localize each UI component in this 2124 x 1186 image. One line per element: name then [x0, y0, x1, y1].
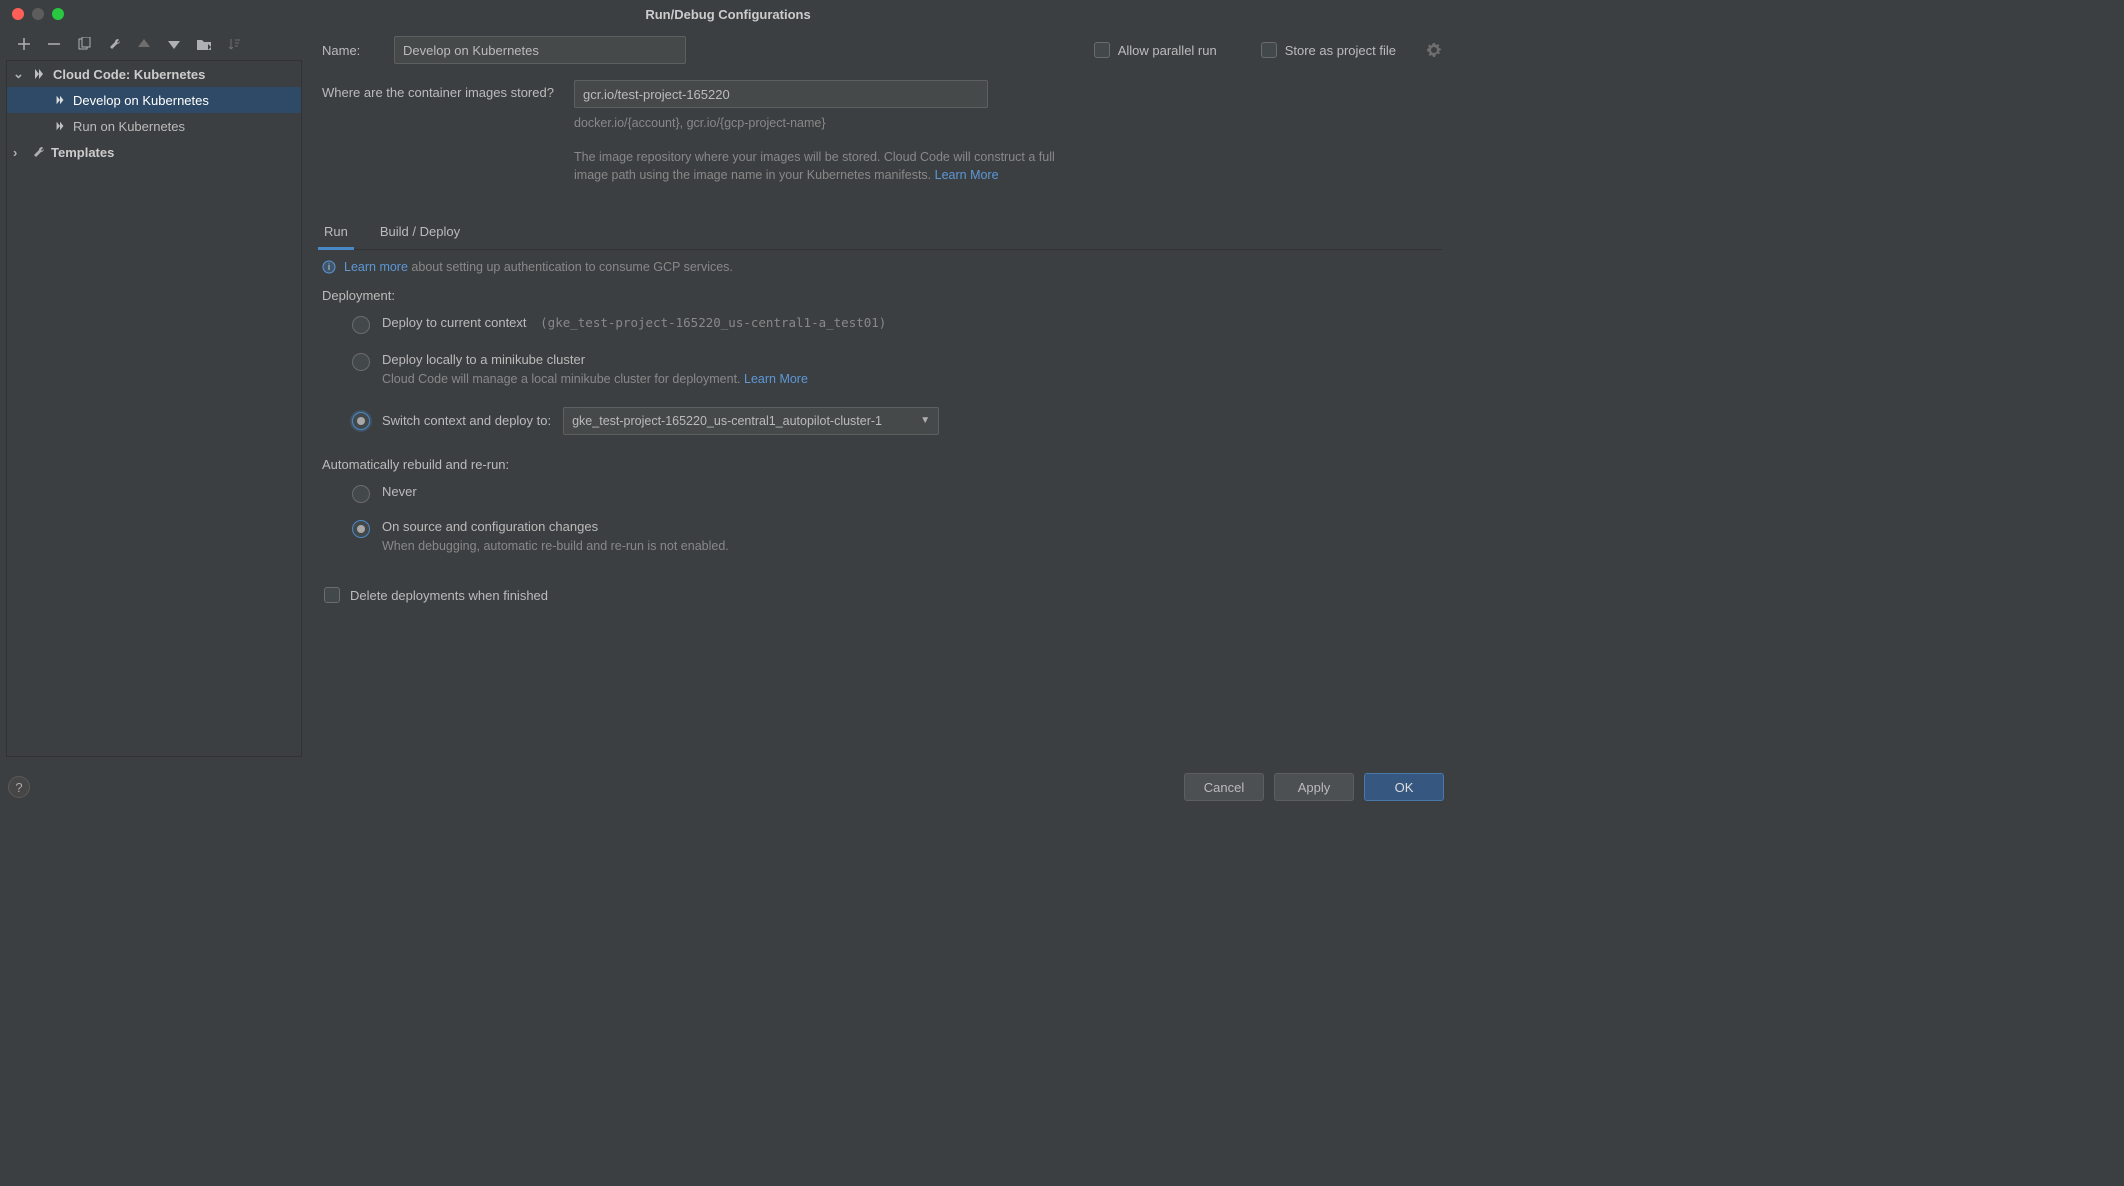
- wrench-icon: [31, 145, 45, 159]
- add-config-icon[interactable]: [16, 36, 32, 52]
- learn-more-link[interactable]: Learn More: [744, 372, 808, 386]
- rebuild-label: Automatically rebuild and re-run:: [322, 457, 1442, 472]
- folder-icon[interactable]: [196, 36, 212, 52]
- ok-button[interactable]: OK: [1364, 773, 1444, 801]
- info-text: Learn more about setting up authenticati…: [344, 260, 733, 274]
- tree-item-run[interactable]: Run on Kubernetes: [7, 113, 301, 139]
- chevron-right-icon: ›: [13, 145, 25, 160]
- learn-more-link[interactable]: Learn More: [935, 168, 999, 182]
- cloud-code-icon: [53, 94, 67, 106]
- radio-icon: [352, 520, 370, 538]
- image-store-label: Where are the container images stored?: [322, 80, 560, 100]
- tree-templates[interactable]: › Templates: [7, 139, 301, 165]
- wrench-icon[interactable]: [106, 36, 122, 52]
- store-project-label: Store as project file: [1285, 43, 1396, 58]
- checkbox-icon: [1261, 42, 1277, 58]
- tab-build-deploy[interactable]: Build / Deploy: [378, 218, 462, 249]
- sort-icon[interactable]: [226, 36, 242, 52]
- tree-item-develop[interactable]: Develop on Kubernetes: [7, 87, 301, 113]
- content-panel: Name: Allow parallel run Store as projec…: [302, 28, 1456, 757]
- help-button[interactable]: ?: [8, 776, 30, 798]
- tree-item-label: Run on Kubernetes: [73, 119, 185, 134]
- radio-never[interactable]: Never: [352, 484, 1442, 503]
- radio-deploy-minikube[interactable]: Deploy locally to a minikube cluster Clo…: [352, 352, 1442, 389]
- image-store-hint: docker.io/{account}, gcr.io/{gcp-project…: [574, 116, 1442, 130]
- radio-switch-context[interactable]: Switch context and deploy to: gke_test-p…: [352, 407, 1442, 435]
- store-project-checkbox[interactable]: Store as project file: [1261, 42, 1396, 58]
- radio-icon: [352, 353, 370, 371]
- titlebar: Run/Debug Configurations: [0, 0, 1456, 28]
- name-input[interactable]: [394, 36, 686, 64]
- window-minimize-button[interactable]: [32, 8, 44, 20]
- allow-parallel-label: Allow parallel run: [1118, 43, 1217, 58]
- context-combo[interactable]: gke_test-project-165220_us-central1_auto…: [563, 407, 939, 435]
- cloud-code-icon: [53, 120, 67, 132]
- cloud-code-icon: [31, 67, 47, 81]
- config-tree: ⌄ Cloud Code: Kubernetes Develop on Kube…: [6, 60, 302, 757]
- allow-parallel-checkbox[interactable]: Allow parallel run: [1094, 42, 1217, 58]
- move-up-icon[interactable]: [136, 36, 152, 52]
- on-change-sub: When debugging, automatic re-build and r…: [382, 538, 729, 556]
- deployment-label: Deployment:: [322, 288, 1442, 303]
- gear-icon[interactable]: [1426, 42, 1442, 58]
- checkbox-icon: [324, 587, 340, 603]
- image-store-input[interactable]: [574, 80, 988, 108]
- radio-icon: [352, 485, 370, 503]
- minikube-sub: Cloud Code will manage a local minikube …: [382, 371, 808, 389]
- remove-config-icon[interactable]: [46, 36, 62, 52]
- info-icon: i: [322, 260, 336, 274]
- chevron-down-icon: ⌄: [13, 66, 25, 82]
- context-value: gke_test-project-165220_us-central1_auto…: [572, 414, 882, 428]
- window-close-button[interactable]: [12, 8, 24, 20]
- tree-item-label: Develop on Kubernetes: [73, 93, 209, 108]
- tabs: Run Build / Deploy: [322, 218, 1442, 250]
- tree-root-cloud-code[interactable]: ⌄ Cloud Code: Kubernetes: [7, 61, 301, 87]
- tree-root-label: Cloud Code: Kubernetes: [53, 67, 205, 82]
- radio-on-change[interactable]: On source and configuration changes When…: [352, 519, 1442, 556]
- copy-config-icon[interactable]: [76, 36, 92, 52]
- delete-deployments-checkbox[interactable]: Delete deployments when finished: [322, 587, 1442, 603]
- radio-deploy-current[interactable]: Deploy to current context (gke_test-proj…: [352, 315, 1442, 334]
- name-label: Name:: [322, 43, 374, 58]
- current-context-text: (gke_test-project-165220_us-central1-a_t…: [540, 315, 886, 330]
- sidebar-toolbar: [6, 34, 302, 60]
- window-zoom-button[interactable]: [52, 8, 64, 20]
- image-store-desc: The image repository where your images w…: [574, 148, 1074, 184]
- apply-button[interactable]: Apply: [1274, 773, 1354, 801]
- cancel-button[interactable]: Cancel: [1184, 773, 1264, 801]
- radio-icon: [352, 412, 370, 430]
- footer: ? Cancel Apply OK: [0, 757, 1456, 813]
- tab-run[interactable]: Run: [322, 218, 350, 249]
- tree-templates-label: Templates: [51, 145, 114, 160]
- learn-more-link[interactable]: Learn more: [344, 260, 408, 274]
- chevron-down-icon: ▼: [920, 415, 930, 426]
- sidebar: ⌄ Cloud Code: Kubernetes Develop on Kube…: [0, 28, 302, 757]
- window-title: Run/Debug Configurations: [645, 7, 810, 22]
- svg-text:i: i: [328, 262, 330, 272]
- checkbox-icon: [1094, 42, 1110, 58]
- move-down-icon[interactable]: [166, 36, 182, 52]
- radio-icon: [352, 316, 370, 334]
- delete-deployments-label: Delete deployments when finished: [350, 588, 548, 603]
